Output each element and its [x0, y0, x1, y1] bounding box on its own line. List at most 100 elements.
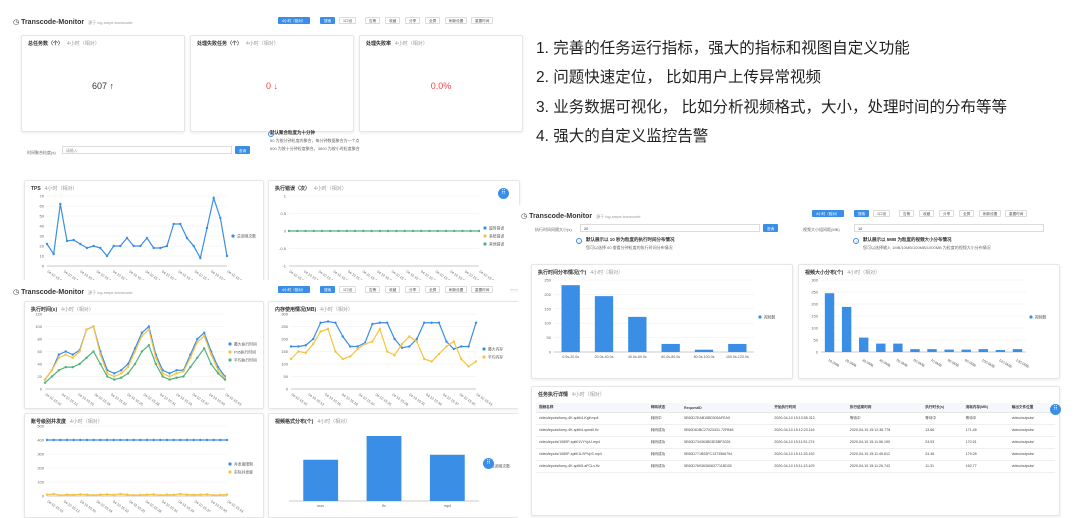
mem1-point — [445, 345, 448, 348]
toolbar-button-0[interactable]: 4小时（相对） — [278, 17, 310, 24]
y-tick-label: 30 — [40, 234, 45, 239]
toolbar-button-6[interactable]: 全屏 — [959, 210, 975, 217]
grid-fab-icon[interactable]: ⠿ — [483, 458, 494, 469]
conc1-point — [219, 493, 222, 497]
y-tick-label: 60 — [38, 349, 43, 354]
mem0-point — [386, 321, 389, 324]
conc0-point — [192, 438, 195, 442]
agg-input[interactable]: 请输入 — [62, 146, 232, 154]
toolbar-button-2[interactable]: 1口设 — [339, 286, 357, 293]
toolbar-button-6[interactable]: 全屏 — [425, 17, 441, 24]
table-row[interactable]: video/inputs/tomy-4K-split/5-aFCLx.flv 转码… — [536, 460, 1055, 473]
toolbar-button-7[interactable]: 刷新设置 — [979, 210, 1002, 217]
y-tick-label: 400 — [37, 438, 44, 443]
toolbar-button-7[interactable]: 刷新设置 — [445, 17, 468, 24]
agg-info: 默认聚合粒度为十分钟 60 为按分钟粒度的聚合，每分钟数据聚合为一个点 600 … — [270, 130, 360, 151]
exec2-point — [223, 378, 227, 381]
toolbar-button-3[interactable]: 告警 — [899, 210, 915, 217]
err-point — [395, 229, 398, 233]
toolbar-button-4[interactable]: 收藏 — [919, 210, 935, 217]
toolbar-button-6[interactable]: 全屏 — [425, 286, 441, 293]
conc1-point — [92, 493, 95, 497]
table-header-cell: 消耗内存(MB) — [962, 403, 1009, 413]
conc1-point — [172, 493, 175, 497]
exec1-point — [133, 350, 137, 353]
toolbar-button-8[interactable]: 重置时间 — [1005, 210, 1028, 217]
toolbar-button-5[interactable]: 分享 — [939, 210, 955, 217]
conc1-point — [225, 493, 229, 496]
conc0-point — [205, 438, 209, 442]
tps-point — [85, 246, 89, 250]
conc0-point — [52, 438, 55, 442]
app-title: ◷ Transcode-Monitor 源于 log-smpe-transcode — [13, 19, 133, 26]
toolbar-button-3[interactable]: 告警 — [365, 17, 381, 24]
bar — [995, 350, 1006, 352]
mem0-point — [356, 345, 359, 348]
table-row[interactable]: video/inputs/tomy-4K-split/4-qced0.flv 转码… — [536, 424, 1055, 437]
toolbar-button-4[interactable]: 收藏 — [385, 286, 401, 293]
exec2-point — [119, 376, 123, 379]
format-chart: mov flv mp4总调用次数 — [289, 436, 510, 508]
size-info: 默认展示以 5MB 为粒度的视频大小分布情况 您可以选择输入 1MB/10MB/… — [863, 237, 991, 250]
toolbar-button-2[interactable]: 1口设 — [873, 210, 891, 217]
table-header-cell: 转码状态 — [647, 403, 681, 413]
size-interval-input[interactable]: 10 — [854, 224, 1044, 232]
err-point — [444, 229, 448, 233]
conc0-point — [139, 438, 142, 442]
table-row[interactable]: video/inputs/1080P-split/1LSPVpS.mp4 转码成功… — [536, 448, 1055, 461]
conc0-point — [85, 438, 89, 442]
toolbar-button-1[interactable]: 搜索 — [320, 17, 336, 24]
toolbar-button-0[interactable]: 4小时（相对） — [812, 210, 844, 217]
bar — [824, 293, 835, 352]
toolbar-button-5[interactable]: 分享 — [405, 17, 421, 24]
exec0-point — [71, 353, 74, 356]
table-row[interactable]: video/inputs/1080P-split/1VYVpU.mp4 转码成功 5… — [536, 436, 1055, 449]
exec2-point — [203, 347, 206, 350]
mem1-point — [415, 340, 418, 343]
toolbar-button-0[interactable]: 4小时（相对） — [278, 286, 310, 293]
x-tick-label: 04-10 15:34 — [177, 500, 195, 514]
toolbar-button-3[interactable]: 告警 — [365, 286, 381, 293]
x-tick-label: 04-10 15:37 — [442, 393, 460, 407]
grid-fab-icon[interactable]: ⠿ — [498, 188, 509, 199]
toolbar-button-8[interactable]: 重置时间 — [471, 17, 494, 24]
table-cell: 等待中 — [962, 412, 1009, 425]
grid-fab-icon[interactable]: ⠿ — [1050, 404, 1061, 415]
agg-search-button[interactable]: 查询 — [235, 146, 251, 154]
x-tick-label: 04-10 15:28 — [145, 500, 163, 514]
mem0-point — [423, 321, 426, 324]
toolbar-button-1[interactable]: 搜索 — [854, 210, 870, 217]
x-tick-label: 04-10 15:31 — [408, 393, 426, 407]
table-row[interactable]: video/inputs/tomy-4K-split/4-Kgif.mp4 转码中… — [536, 412, 1055, 425]
exec1-line — [44, 325, 226, 380]
exec0-point — [196, 337, 199, 341]
legend-label: 超时错误 — [489, 226, 504, 231]
bullet-1: 1. 完善的任务运行指标，强大的指标和视图自定义功能 — [536, 40, 910, 57]
toolbar-button-1[interactable]: 搜索 — [320, 286, 336, 293]
mem0-point — [393, 337, 396, 341]
y-tick-label: 200 — [811, 302, 818, 307]
x-tick-label: 04-10 15:31 — [161, 500, 179, 514]
toolbar-button-5[interactable]: 分享 — [405, 286, 421, 293]
conc0-point — [72, 438, 75, 442]
bar — [628, 316, 647, 352]
exec-search-button[interactable]: 查询 — [763, 224, 779, 232]
conc1-point — [105, 493, 109, 496]
table-cell: video/inputs/tomy-4K-split/4-qced0.flv — [536, 424, 648, 437]
x-tick-label: 04-10 15:19 — [96, 500, 114, 514]
toolbar-button-7[interactable]: 刷新设置 — [445, 286, 468, 293]
conc1-point — [199, 493, 202, 496]
mem1-point — [356, 347, 359, 351]
app-title-2: ◷ Transcode-Monitor 源于 log-smpe-transcode — [13, 289, 133, 296]
err-point — [312, 229, 315, 233]
exec-interval-input[interactable]: 20 — [580, 224, 760, 232]
y-tick-label: 60 — [40, 204, 45, 209]
toolbar-button-4[interactable]: 收藏 — [385, 17, 401, 24]
toolbar-button-2[interactable]: 1口设 — [339, 17, 357, 24]
x-tick-label: 04-10 15:13 — [307, 393, 325, 407]
x-tick-label: 04-10 15:13 — [63, 500, 81, 514]
table-cell: 162.77 — [962, 460, 1009, 473]
mem1-point — [289, 357, 293, 361]
exec2-point — [216, 372, 220, 375]
toolbar-button-8[interactable]: 重置时间 — [471, 286, 494, 293]
